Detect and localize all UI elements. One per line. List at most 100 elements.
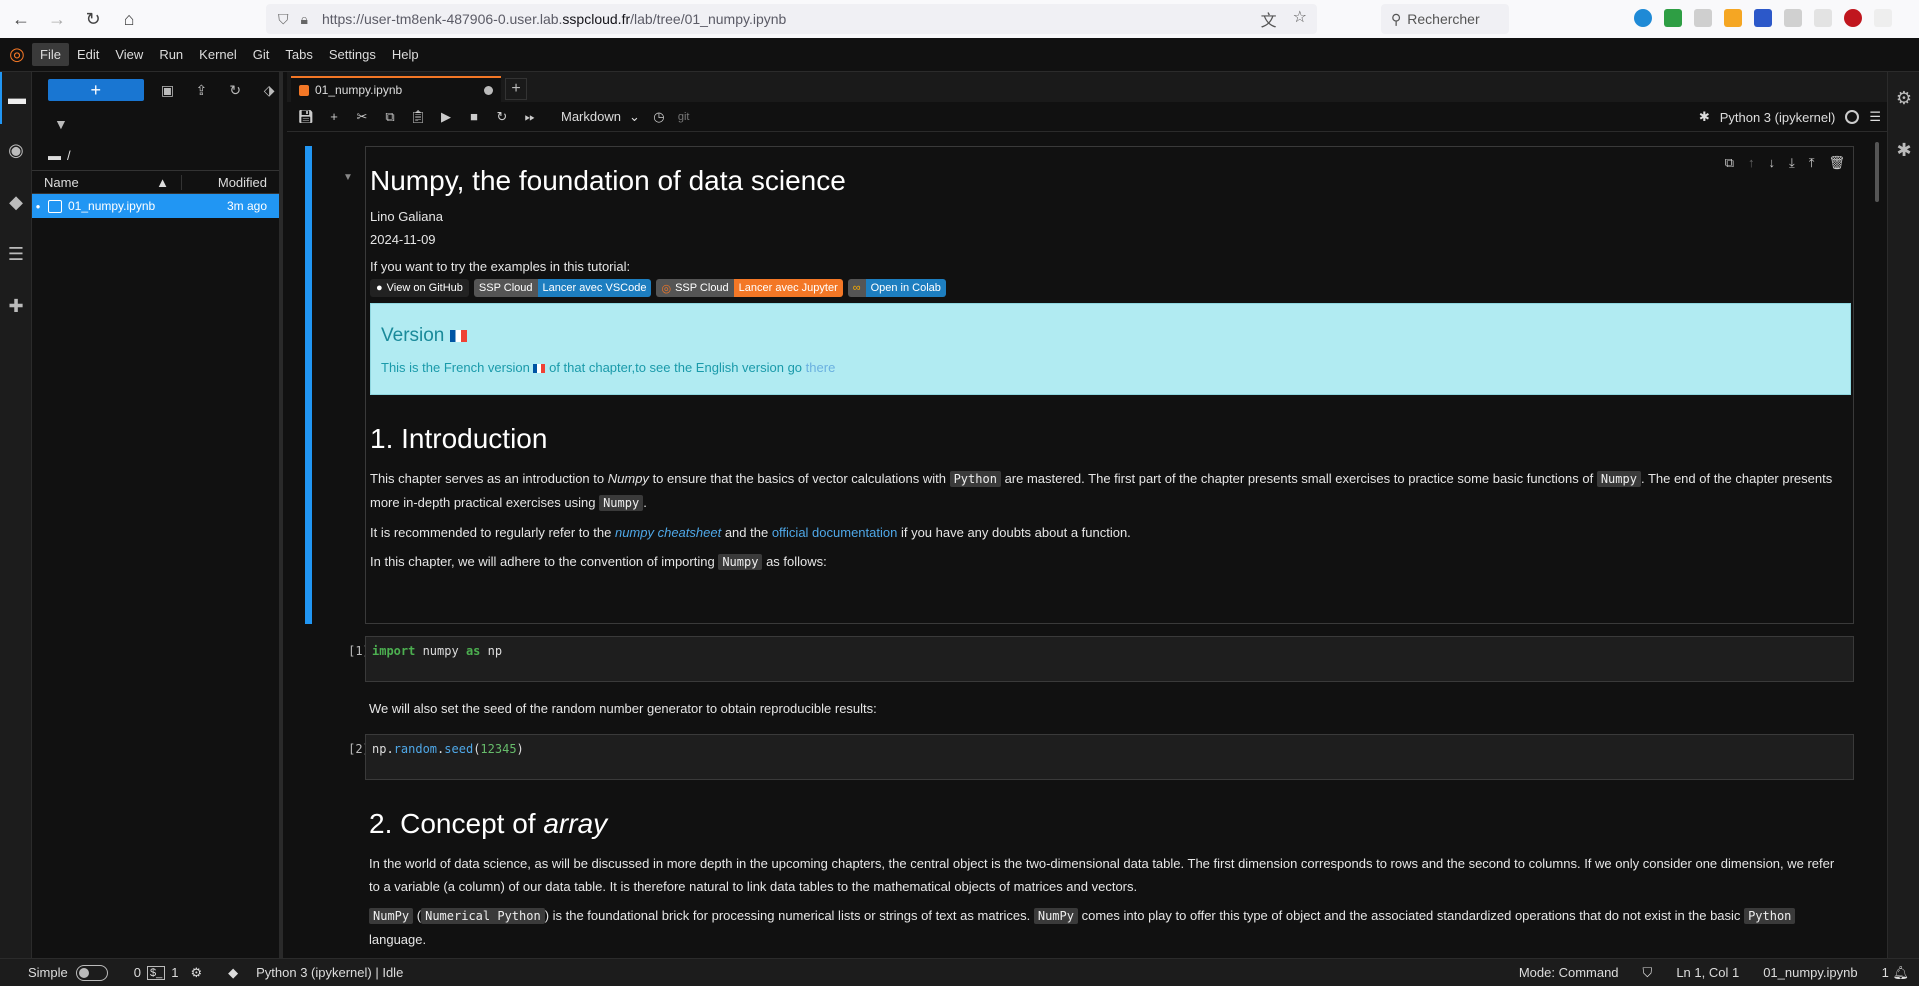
code-editor[interactable]: import numpy as np [365,636,1854,682]
unsaved-dot-icon[interactable] [484,85,493,95]
fast-forward-icon[interactable]: ⏩︎ [521,109,539,125]
column-name[interactable]: Name ▲ [32,174,182,190]
code-cell[interactable]: [2]: np.random.seed(12345) [305,734,1880,780]
menu-kernel[interactable]: Kernel [191,43,245,66]
share-icon[interactable] [1814,9,1832,27]
duplicate-icon[interactable]: ⧉ [1725,155,1734,171]
english-version-link[interactable]: there [806,360,836,375]
menu-run[interactable]: Run [151,43,191,66]
kernel-name[interactable]: Python 3 (ipykernel) [1720,110,1836,125]
documentation-link[interactable]: official documentation [772,525,898,540]
clock-icon[interactable]: ◷ [650,109,668,125]
refresh-icon[interactable]: ↻ [225,82,245,99]
browser-menu-icon[interactable] [1874,9,1892,27]
extension-excel-icon[interactable] [1664,9,1682,27]
extensions-puzzle-icon[interactable] [1784,9,1802,27]
restart-icon[interactable]: ↻ [493,109,511,125]
toc-icon[interactable]: ☰ [0,228,32,280]
code-editor[interactable]: np.random.seed(12345) [365,734,1854,780]
bookmark-star-icon[interactable]: ☆ [1293,7,1307,31]
folder-icon[interactable]: ▬ [0,72,32,124]
status-filename: 01_numpy.ipynb [1763,965,1858,980]
url-text[interactable]: https://user-tm8enk-487906-0.user.lab.ss… [322,11,786,27]
new-tab-button[interactable]: + [505,78,527,100]
url-bar[interactable]: ⛉ 🔒︎ https://user-tm8enk-487906-0.user.l… [266,4,1317,34]
menu-edit[interactable]: Edit [69,43,107,66]
github-badge[interactable]: ● View on GitHub [370,279,469,297]
extension-icon[interactable]: ✚ [0,280,32,332]
menu-git[interactable]: Git [245,43,278,66]
bug-icon[interactable]: ✱ [1699,109,1710,125]
git-clone-icon[interactable]: ⬗ [259,82,279,99]
git-icon[interactable]: ◆ [0,176,32,228]
markdown-cell[interactable]: 2. Concept of array In the world of data… [369,788,1836,951]
cheatsheet-link[interactable]: numpy cheatsheet [615,525,721,540]
filter-icon[interactable]: ▼ [32,108,279,140]
tab-notebook[interactable]: 01_numpy.ipynb [291,76,501,102]
code-cell[interactable]: [1]: import numpy as np [305,636,1880,682]
ublock-icon[interactable] [1844,9,1862,27]
new-launcher-button[interactable]: + [48,79,144,101]
reload-icon[interactable]: ↻ [78,4,108,34]
notebook-mode: Mode: Command [1518,965,1619,980]
back-icon[interactable]: ← [6,4,36,34]
markdown-cell[interactable]: We will also set the seed of the random … [369,698,1836,720]
insert-above-icon[interactable]: ⤓ [1789,155,1795,171]
trusted-icon[interactable]: ⛉ [1643,965,1653,981]
menu-help[interactable]: Help [384,43,427,66]
collapse-caret-icon[interactable]: ▼ [343,172,353,183]
jupyter-badge[interactable]: ◎ SSP Cloud Lancer avec Jupyter [656,279,843,297]
stop-icon[interactable]: ■ [465,109,483,124]
delete-icon[interactable]: 🗑︎ [1828,155,1845,171]
kernel-icon: ⚙ [190,964,203,980]
debugger-icon[interactable]: ✱ [1888,124,1919,176]
insert-below-icon[interactable]: ⤒ [1809,155,1815,171]
extension-orange-icon[interactable] [1724,9,1742,27]
notifications[interactable]: 1 🔔︎ [1882,965,1909,981]
menu-tabs[interactable]: Tabs [277,43,320,66]
breadcrumb[interactable]: ▬ / [32,140,279,170]
forward-icon[interactable]: → [42,4,72,34]
bell-icon: 🔔︎ [1892,964,1909,980]
home-icon[interactable]: ⌂ [114,4,144,34]
run-icon[interactable]: ▶ [437,109,455,125]
property-inspector-icon[interactable]: ⚙ [1888,72,1919,124]
move-up-icon[interactable]: ↑ [1748,155,1755,171]
terminal-count[interactable]: 0 [134,965,141,980]
markdown-cell[interactable]: ▼ ⧉ ↑ ↓ ⤓ ⤒ 🗑︎ Numpy, the foundation of … [305,146,1880,624]
browser-search-field[interactable]: ⚲ Rechercher [1381,4,1509,34]
tab-bar: 01_numpy.ipynb + [287,72,1887,102]
upload-icon[interactable]: ⇪ [191,82,211,99]
menu-file[interactable]: File [32,43,69,66]
move-down-icon[interactable]: ↓ [1768,155,1775,171]
vscode-badge[interactable]: SSP Cloud Lancer avec VSCode [473,279,652,297]
extension-music-icon[interactable] [1694,9,1712,27]
new-folder-icon[interactable]: ▣ [158,82,178,99]
paste-icon[interactable]: 📋︎ [409,109,427,125]
menu-view[interactable]: View [107,43,151,66]
translate-icon[interactable]: 文 [1261,7,1277,31]
insert-cell-icon[interactable]: + [325,109,343,124]
extension-blue-icon[interactable] [1634,9,1652,27]
save-icon[interactable]: 💾︎ [297,109,315,125]
file-browser: + ▣ ⇪ ↻ ⬗ ▼ ▬ / Name ▲ Modified ● 01_nump… [32,72,283,958]
cut-icon[interactable]: ✂ [353,109,371,125]
callout-title: Version [381,324,1840,348]
column-modified[interactable]: Modified [182,175,279,190]
colab-badge[interactable]: ∞ Open in Colab [847,279,946,297]
file-row[interactable]: ● 01_numpy.ipynb 3m ago [32,194,279,218]
simple-mode-toggle[interactable] [75,964,108,981]
extension-q-icon[interactable] [1754,9,1772,27]
cursor-position[interactable]: Ln 1, Col 1 [1676,965,1739,980]
copy-icon[interactable]: ⧉ [381,109,399,125]
markdown-output[interactable]: ⧉ ↑ ↓ ⤓ ⤒ 🗑︎ Numpy, the foundation of da… [365,146,1854,624]
git-icon[interactable]: ◆ [228,965,238,981]
running-icon[interactable]: ◉ [0,124,32,176]
github-icon: ● [376,282,383,294]
menu-icon[interactable]: ☰ [1869,109,1881,125]
cell-type-select[interactable]: Markdown ⌄ [561,109,640,125]
git-label[interactable]: git [678,111,690,123]
kernel-status[interactable]: Python 3 (ipykernel) | Idle [256,965,403,980]
kernel-count[interactable]: 1 [171,965,178,980]
menu-settings[interactable]: Settings [321,43,384,66]
